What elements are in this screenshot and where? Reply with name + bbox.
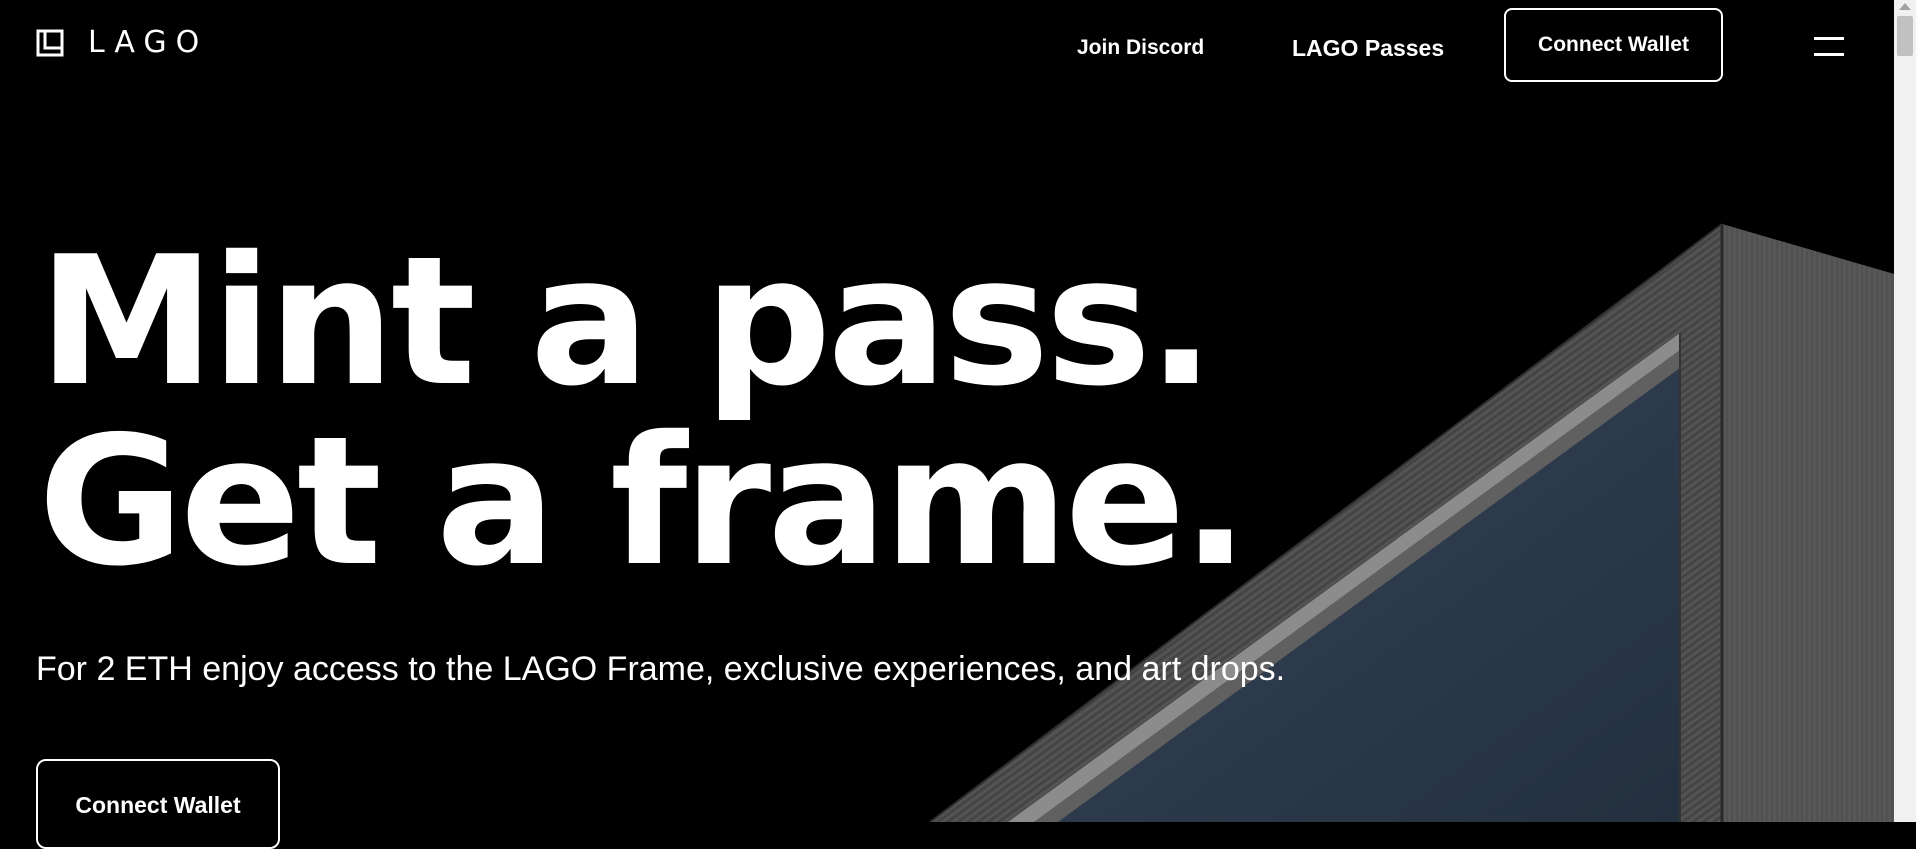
header-connect-wallet-button[interactable]: Connect Wallet [1504,8,1723,82]
hero-title: Mint a pass. Get a frame. [38,218,1249,605]
hamburger-menu-icon [1814,37,1844,56]
scrollbar-thumb[interactable] [1897,16,1913,56]
hamburger-menu-button[interactable] [1812,34,1846,60]
hero-title-line-2: Get a frame. [38,398,1249,605]
hero-title-line-1: Mint a pass. [38,218,1215,425]
nav-lago-passes-link[interactable]: LAGO Passes [1292,35,1444,62]
scroll-up-arrow-icon[interactable] [1899,3,1911,10]
page-scrollbar[interactable] [1894,0,1916,822]
hero-connect-wallet-label: Connect Wallet [75,792,241,818]
header-connect-wallet-label: Connect Wallet [1538,33,1689,56]
lago-logo[interactable]: LAGO [36,28,208,58]
hero-connect-wallet-button[interactable]: Connect Wallet [36,759,280,849]
nav-join-discord-link[interactable]: Join Discord [1077,36,1204,60]
hero-subtitle: For 2 ETH enjoy access to the LAGO Frame… [36,650,1286,688]
lago-logo-mark-icon [36,29,64,57]
lago-logo-text: LAGO [88,25,209,60]
